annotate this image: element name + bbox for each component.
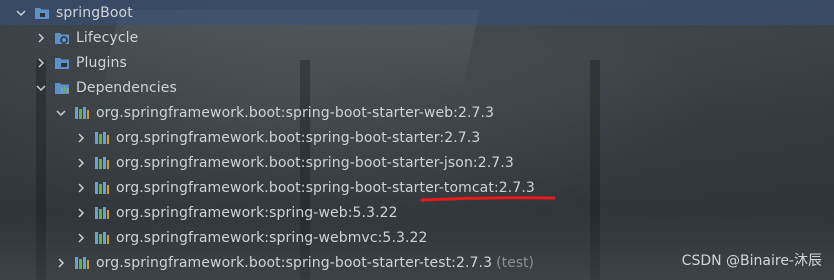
chevron-down-icon[interactable] [34, 81, 48, 95]
dependencies-folder-icon [54, 80, 70, 96]
library-bars-icon [94, 155, 110, 171]
tree-label-plugins: Plugins [76, 54, 127, 71]
csdn-watermark: CSDN @Binaire-沐辰 [681, 253, 822, 269]
chevron-right-icon[interactable] [74, 131, 88, 145]
library-bars-icon [94, 230, 110, 246]
chevron-right-icon[interactable] [74, 231, 88, 245]
tree-label-root: springBoot [56, 4, 133, 21]
tree-row-dependency[interactable]: org.springframework.boot:spring-boot-sta… [0, 100, 834, 125]
chevron-down-icon[interactable] [14, 6, 28, 20]
tree-row-plugins[interactable]: Plugins [0, 50, 834, 75]
tree-label-dependency: org.springframework.boot:spring-boot-sta… [96, 254, 493, 271]
chevron-right-icon[interactable] [34, 31, 48, 45]
tree-row-dependencies[interactable]: Dependencies [0, 75, 834, 100]
chevron-right-icon[interactable] [54, 256, 68, 270]
tree-label-dependency: org.springframework:spring-web:5.3.22 [116, 204, 398, 221]
tree-label-dependencies: Dependencies [76, 79, 177, 96]
library-bars-icon [94, 180, 110, 196]
tree-label-dependency: org.springframework.boot:spring-boot-sta… [116, 179, 535, 196]
tree-label-dependency: org.springframework.boot:spring-boot-sta… [116, 129, 481, 146]
tree-label-dependency: org.springframework:spring-webmvc:5.3.22 [116, 229, 428, 246]
tree-label-dependency: org.springframework.boot:spring-boot-sta… [96, 104, 495, 121]
tree-row-dependency[interactable]: org.springframework.boot:spring-boot-sta… [0, 175, 834, 200]
tree-row-dependency[interactable]: org.springframework.boot:spring-boot-sta… [0, 150, 834, 175]
test-scope-suffix: (test) [496, 254, 534, 271]
tree-label-lifecycle: Lifecycle [76, 29, 139, 46]
library-bars-icon [74, 255, 90, 271]
tree-row-dependency[interactable]: org.springframework:spring-webmvc:5.3.22 [0, 225, 834, 250]
chevron-right-icon[interactable] [74, 206, 88, 220]
chevron-right-icon[interactable] [34, 56, 48, 70]
tree-row-root[interactable]: springBoot [0, 0, 834, 25]
chevron-down-icon[interactable] [54, 106, 68, 120]
module-folder-icon [34, 5, 50, 21]
tree-row-dependency[interactable]: org.springframework.boot:spring-boot-sta… [0, 125, 834, 150]
library-bars-icon [94, 205, 110, 221]
library-bars-icon [94, 130, 110, 146]
library-bars-icon [74, 105, 90, 121]
chevron-right-icon[interactable] [74, 181, 88, 195]
lifecycle-folder-icon [54, 30, 70, 46]
tree-row-lifecycle[interactable]: Lifecycle [0, 25, 834, 50]
chevron-right-icon[interactable] [74, 156, 88, 170]
tree-label-dependency: org.springframework.boot:spring-boot-sta… [116, 154, 514, 171]
tree-row-dependency[interactable]: org.springframework:spring-web:5.3.22 [0, 200, 834, 225]
plugins-folder-icon [54, 55, 70, 71]
